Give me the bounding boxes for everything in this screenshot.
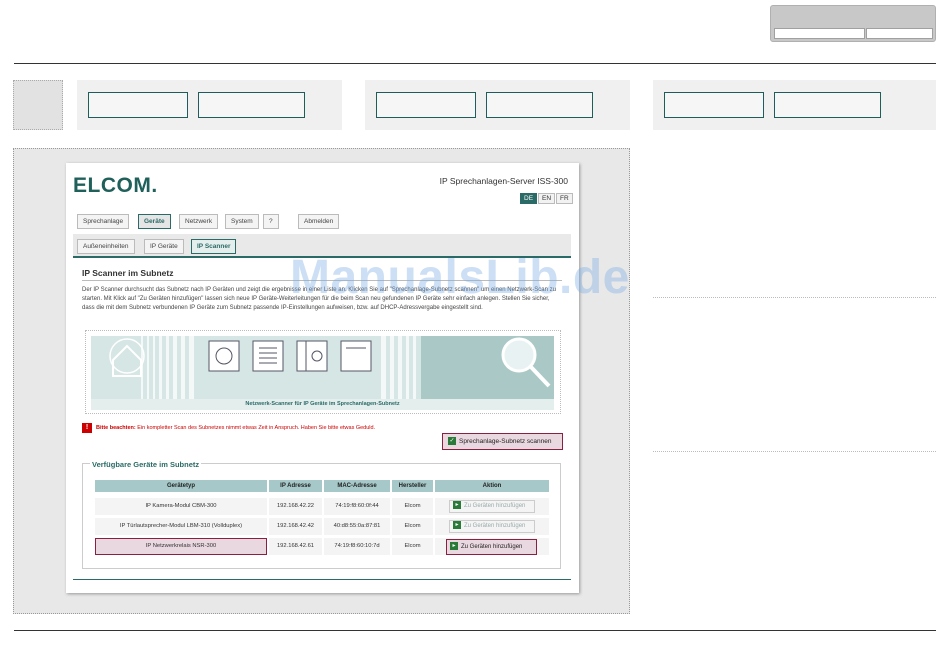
device-mac: 74:19:f8:60:10:7d [324,538,390,555]
header-decoration-box [770,5,936,42]
nav-button[interactable] [376,92,476,118]
subtab-aussen[interactable]: Außeneinheiten [77,239,135,254]
col-header-type: Gerätetyp [95,480,267,492]
add-icon: ▸ [453,501,461,510]
page-side-tile [13,80,63,130]
add-device-label: Zu Geräten hinzufügen [461,544,523,550]
device-type: IP Netzwerkrelais NSR-300 [95,538,267,555]
content-bottom-rule [73,579,571,580]
nav-group-2 [365,80,630,130]
add-device-label: Zu Geräten hinzufügen [464,523,526,529]
sidebar-rule [653,297,936,298]
add-device-label: Zu Geräten hinzufügen [464,503,526,509]
tab-abmelden[interactable]: Abmelden [298,214,340,229]
lang-fr[interactable]: FR [556,193,573,204]
page-top-rule [14,63,936,64]
device-mac: 40:d8:55:0a:87:81 [324,518,390,535]
subtab-ip-geraete[interactable]: IP Geräte [144,239,184,254]
add-icon: ▸ [450,542,458,551]
device-ip: 192.168.42.42 [269,518,322,535]
tab-netzwerk[interactable]: Netzwerk [179,214,219,229]
warning-label: Bitte beachten: [96,425,136,431]
network-devices-illustration [91,336,554,399]
nav-group-3 [653,80,936,130]
page-bottom-rule [14,630,936,631]
col-header-mac: MAC-Adresse [324,480,390,492]
lang-de[interactable]: DE [520,193,538,204]
device-ip: 192.168.42.61 [269,538,322,555]
nav-button[interactable] [198,92,305,118]
device-type: IP Kamera-Modul CBM-300 [95,498,267,515]
watermark-text: ManualsLib.de [290,251,630,304]
devices-legend: Verfügbare Geräte im Subnetz [90,460,202,469]
tab-sprechanlage[interactable]: Sprechanlage [77,214,130,229]
server-title: IP Sprechanlagen-Server ISS-300 [439,176,568,186]
add-device-button[interactable]: ▸ Zu Geräten hinzufügen [449,520,535,533]
nav-button[interactable] [88,92,188,118]
sidebar-rule [653,451,936,452]
header-decoration-cell [866,28,933,39]
tab-geraete[interactable]: Geräte [138,214,171,229]
add-icon: ▸ [453,521,461,530]
add-device-button[interactable]: ▸ Zu Geräten hinzufügen [449,500,535,513]
section-title: IP Scanner im Subnetz [82,268,174,278]
device-vendor: Elcom [392,538,433,555]
scanner-banner [91,336,554,399]
web-ui-screenshot: ELCOM. IP Sprechanlagen-Server ISS-300 D… [66,163,579,593]
scan-subnet-button[interactable]: ✓ Sprechanlage-Subnetz scannen [442,433,563,450]
nav-group-1 [77,80,342,130]
add-device-button[interactable]: ▸ Zu Geräten hinzufügen [446,539,537,555]
tab-help[interactable]: ? [263,214,279,229]
warning-text: Bitte beachten: Ein kompletter Scan des … [96,425,375,431]
scan-button-label: Sprechanlage-Subnetz scannen [459,438,552,445]
keypad-module-icon [340,340,372,372]
warning-icon: ! [82,423,92,433]
camera-module-icon [208,340,240,372]
nav-button[interactable] [774,92,881,118]
device-mac: 74:19:f8:60:0f:44 [324,498,390,515]
col-header-ip: IP Adresse [269,480,322,492]
device-vendor: Elcom [392,518,433,535]
speaker-module-icon [252,340,284,372]
tab-system[interactable]: System [225,214,259,229]
device-vendor: Elcom [392,498,433,515]
warning-message: Ein kompletter Scan des Subnetzes nimmt … [135,425,376,431]
lang-en[interactable]: EN [538,193,556,204]
nav-button[interactable] [664,92,764,118]
nav-button[interactable] [486,92,593,118]
banner-caption: Netzwerk-Scanner für IP Geräte im Sprech… [245,401,400,407]
elcom-logo: ELCOM. [73,174,158,197]
device-ip: 192.168.42.22 [269,498,322,515]
scan-icon: ✓ [448,437,456,446]
header-decoration-cell [774,28,865,39]
device-type: IP Türlautsprecher-Modul LBM-310 (Volldu… [95,518,267,535]
col-header-action: Aktion [435,480,549,492]
col-header-vendor: Hersteller [392,480,433,492]
subtab-ip-scanner[interactable]: IP Scanner [191,239,237,254]
